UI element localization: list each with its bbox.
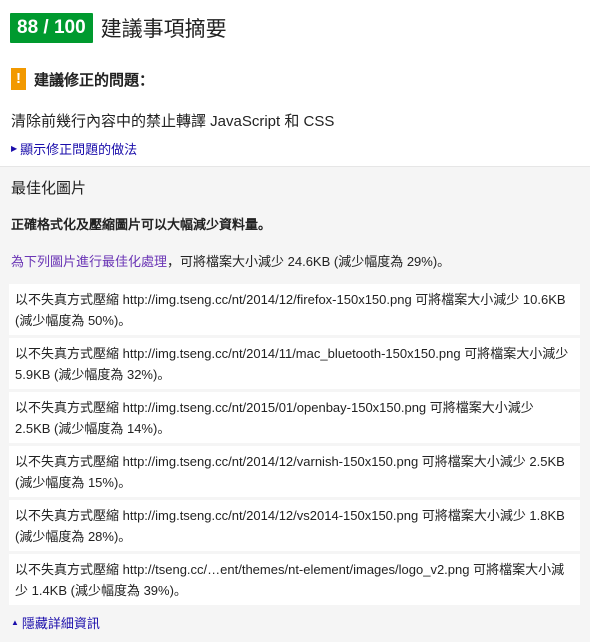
triangle-up-icon: ▲ xyxy=(11,618,19,627)
optimize-images-details: 最佳化圖片 正確格式化及壓縮圖片可以大幅減少資料量。 為下列圖片進行最佳化處理，… xyxy=(0,166,590,642)
list-item: 以不失真方式壓縮 http://img.tseng.cc/nt/2014/12/… xyxy=(9,500,580,551)
list-item: 以不失真方式壓縮 http://img.tseng.cc/nt/2015/01/… xyxy=(9,392,580,443)
optimize-summary: 為下列圖片進行最佳化處理，可將檔案大小減少 24.6KB (減少幅度為 29%)… xyxy=(11,251,590,270)
show-fix-label: 顯示修正問題的做法 xyxy=(20,142,138,157)
list-item: 以不失真方式壓縮 http://tseng.cc/…ent/themes/nt-… xyxy=(9,554,580,605)
score-badge: 88 / 100 xyxy=(10,13,93,43)
page-title: 建議事項摘要 xyxy=(100,18,227,41)
rule-title: 清除前幾行內容中的禁止轉譯 JavaScript 和 CSS xyxy=(11,113,335,130)
hide-details-link[interactable]: ▲ 隱藏詳細資訊 xyxy=(11,613,100,632)
warning-row: ! 建議修正的問題： xyxy=(0,68,590,90)
list-item: 以不失真方式壓縮 http://img.tseng.cc/nt/2014/12/… xyxy=(9,284,580,335)
list-item: 以不失真方式壓縮 http://img.tseng.cc/nt/2014/11/… xyxy=(9,338,580,389)
optimize-images-link[interactable]: 為下列圖片進行最佳化處理 xyxy=(11,254,167,269)
exclamation-icon: ! xyxy=(11,68,26,90)
section-description: 正確格式化及壓縮圖片可以大幅減少資料量。 xyxy=(11,217,272,232)
section-title: 最佳化圖片 xyxy=(11,180,87,197)
optimize-summary-text: ，可將檔案大小減少 24.6KB (減少幅度為 29%)。 xyxy=(167,254,451,269)
show-fix-link[interactable]: ▶ 顯示修正問題的做法 xyxy=(11,139,590,158)
list-item: 以不失真方式壓縮 http://img.tseng.cc/nt/2014/12/… xyxy=(9,446,580,497)
triangle-right-icon: ▶ xyxy=(11,144,18,153)
image-list: 以不失真方式壓縮 http://img.tseng.cc/nt/2014/12/… xyxy=(9,284,580,605)
hide-details-label: 隱藏詳細資訊 xyxy=(21,616,100,631)
summary-header: 88 / 100 建議事項摘要 xyxy=(0,0,590,56)
warning-label: 建議修正的問題： xyxy=(34,71,155,89)
